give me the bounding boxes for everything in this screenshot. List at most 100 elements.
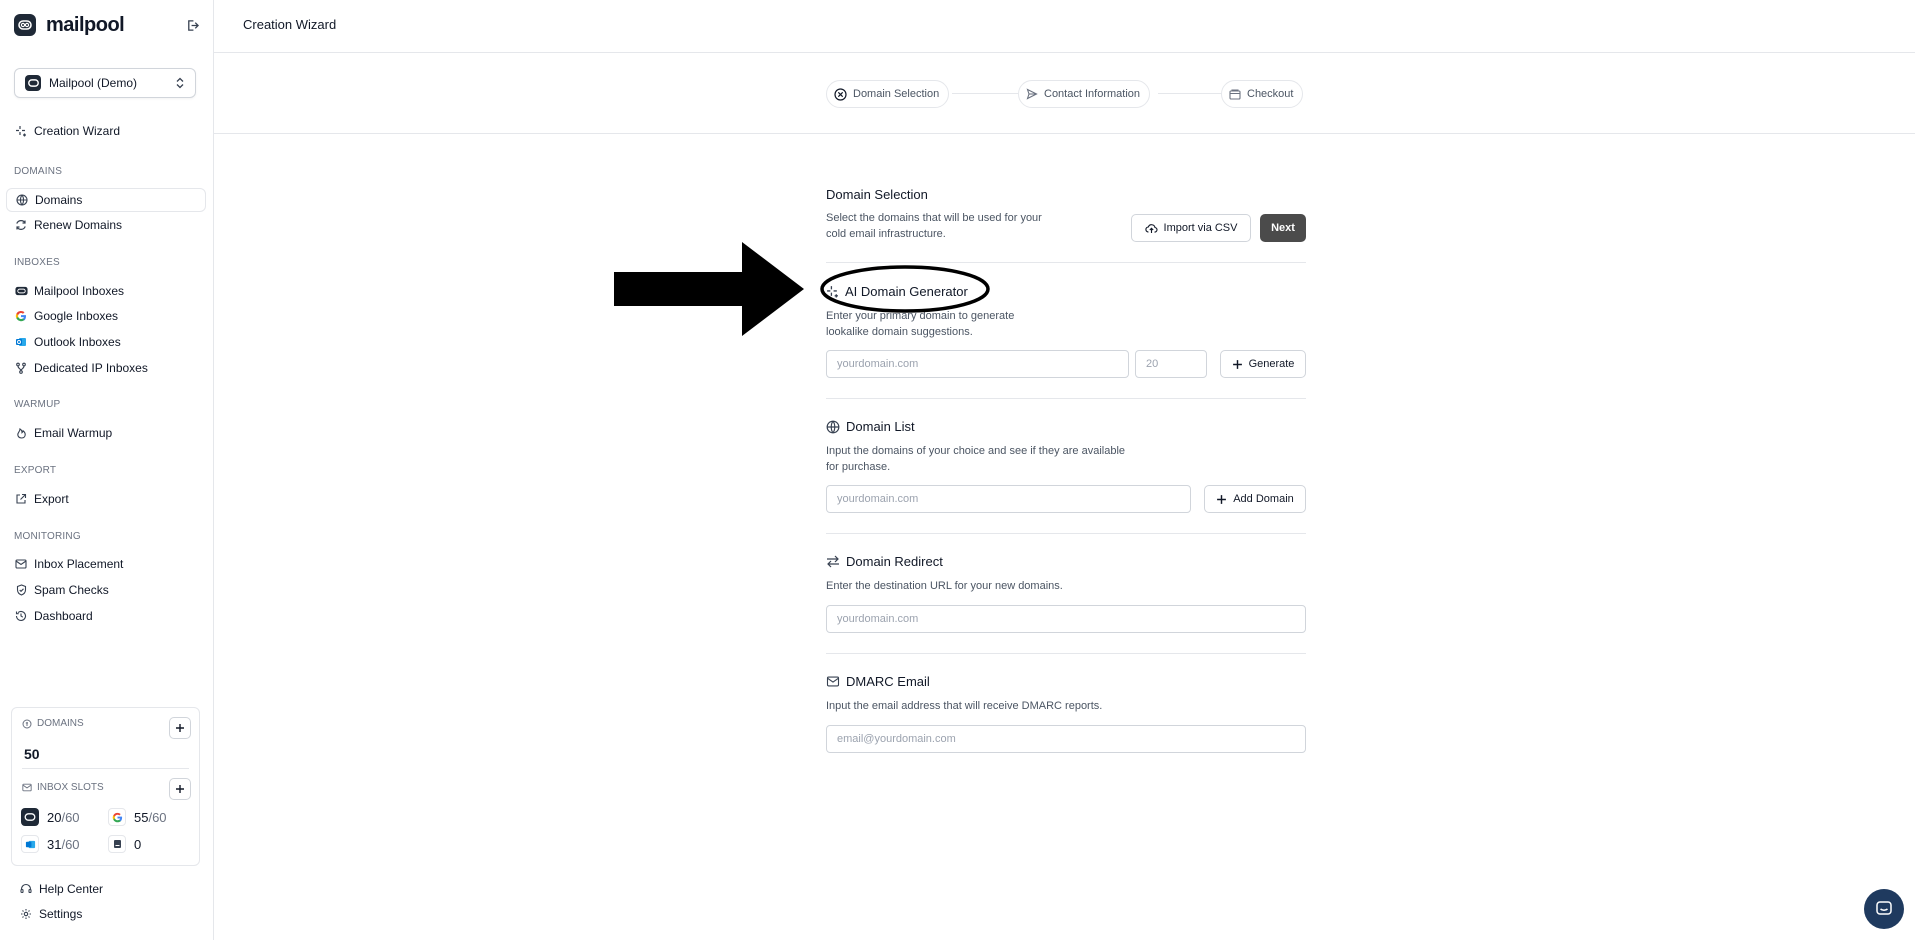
server-icon (108, 835, 126, 853)
logout-icon[interactable] (184, 17, 200, 33)
external-link-icon (14, 492, 28, 506)
primary-domain-input[interactable] (826, 350, 1129, 378)
sidebar: mailpool Mailpool (Demo) Creation Wizard… (0, 0, 214, 940)
nav-spam-checks[interactable]: Spam Checks (6, 578, 206, 602)
section-label-domains: DOMAINS (14, 166, 63, 177)
redirect-url-input[interactable] (826, 605, 1306, 633)
section-title: Domain Selection (826, 187, 928, 202)
settings-link[interactable]: Settings (20, 907, 82, 921)
chevron-up-down-icon (175, 77, 185, 89)
slot-dedicated: 0 (108, 835, 141, 853)
globe-icon (826, 420, 840, 433)
step-contact-information[interactable]: Contact Information (1018, 80, 1150, 108)
arrows-left-right-icon (827, 555, 839, 568)
flame-icon (14, 426, 28, 440)
workspace-name: Mailpool (Demo) (49, 76, 138, 90)
add-inbox-slots-button[interactable] (169, 778, 191, 800)
domain-redirect-heading: Domain Redirect (826, 554, 943, 569)
wallet-icon (1229, 88, 1241, 100)
nav-export[interactable]: Export (6, 487, 206, 511)
domain-list-input[interactable] (826, 485, 1191, 513)
workspace-selector[interactable]: Mailpool (Demo) (14, 68, 196, 98)
history-icon (14, 609, 28, 623)
nav-label: Creation Wizard (34, 124, 121, 138)
step-checkout[interactable]: Checkout (1221, 80, 1304, 108)
nav-domains[interactable]: Domains (6, 188, 206, 212)
step-connector (952, 93, 1018, 94)
nav-label: Dedicated IP Inboxes (34, 361, 148, 375)
help-center-link[interactable]: Help Center (20, 882, 103, 896)
nav-dashboard[interactable]: Dashboard (6, 604, 206, 628)
add-domain-button[interactable]: Add Domain (1204, 485, 1306, 513)
nav-label: Export (34, 492, 69, 506)
section-label-warmup: WARMUP (14, 399, 61, 410)
mail-icon (826, 676, 840, 687)
cloud-upload-icon (1144, 223, 1158, 233)
import-csv-button[interactable]: Import via CSV (1131, 214, 1251, 242)
brand-row: mailpool (14, 12, 200, 38)
mailpool-logo-icon (14, 14, 36, 36)
nav-label: Mailpool Inboxes (34, 284, 125, 298)
domain-redirect-description: Enter the destination URL for your new d… (826, 580, 1063, 592)
refresh-icon (14, 218, 28, 232)
divider (826, 533, 1306, 534)
generate-button[interactable]: Generate (1220, 350, 1306, 378)
nav-email-warmup[interactable]: Email Warmup (6, 421, 206, 445)
nav-dedicated-ip-inboxes[interactable]: Dedicated IP Inboxes (6, 356, 206, 380)
nav-renew-domains[interactable]: Renew Domains (6, 213, 206, 237)
step-connector (1158, 93, 1224, 94)
section-subtitle: Select the domains that will be used for… (826, 212, 1042, 240)
coins-icon (22, 719, 32, 728)
add-domains-button[interactable] (169, 717, 191, 739)
nav-inbox-placement[interactable]: Inbox Placement (6, 552, 206, 576)
sparkle-icon (14, 124, 28, 138)
dmarc-email-heading: DMARC Email (826, 674, 930, 689)
google-icon (14, 309, 28, 323)
branch-icon (14, 361, 28, 375)
chat-support-button[interactable] (1864, 889, 1904, 929)
topbar: Creation Wizard (214, 0, 1915, 53)
nav-label: Inbox Placement (34, 557, 124, 571)
headset-icon (20, 883, 32, 894)
plus-icon (1232, 359, 1242, 369)
inbox-slots-label: INBOX SLOTS (22, 782, 104, 793)
suggestion-count-input[interactable] (1135, 350, 1207, 378)
globe-icon (15, 193, 29, 207)
plus-icon (176, 785, 184, 793)
nav-label: Spam Checks (34, 583, 109, 597)
outlook-icon (14, 335, 28, 349)
nav-creation-wizard[interactable]: Creation Wizard (6, 119, 206, 143)
section-label-inboxes: INBOXES (14, 257, 60, 268)
domains-count: 50 (24, 746, 40, 762)
usage-card: DOMAINS 50 INBOX SLOTS 20/60 55/60 31/60 (11, 707, 200, 866)
nav-label: Outlook Inboxes (34, 335, 121, 349)
step-domain-selection[interactable]: Domain Selection (826, 80, 950, 108)
workspace-logo-icon (25, 75, 41, 91)
section-label-export: EXPORT (14, 465, 57, 476)
mail-icon (14, 557, 28, 571)
brand-name: mailpool (46, 13, 125, 36)
domains-usage-label: DOMAINS (22, 718, 84, 729)
domain-list-heading: Domain List (826, 419, 915, 434)
slot-google: 55/60 (108, 808, 167, 826)
dmarc-email-input[interactable] (826, 725, 1306, 753)
nav-label: Domains (35, 193, 83, 207)
wizard-stepper: Domain Selection Contact Information Che… (214, 53, 1915, 134)
plus-icon (1217, 494, 1227, 504)
slot-outlook: 31/60 (21, 835, 80, 853)
domain-list-description: Input the domains of your choice and see… (826, 445, 1126, 473)
section-label-monitoring: MONITORING (14, 531, 81, 542)
nav-label: Dashboard (34, 609, 93, 623)
plus-icon (176, 724, 184, 732)
shield-check-icon (14, 583, 28, 597)
annotation-arrow-icon (614, 242, 990, 336)
nav-label: Google Inboxes (34, 309, 119, 323)
nav-outlook-inboxes[interactable]: Outlook Inboxes (6, 330, 206, 354)
nav-mailpool-inboxes[interactable]: Mailpool Inboxes (6, 279, 206, 303)
send-icon (1026, 88, 1038, 100)
mailpool-icon (21, 808, 39, 826)
chat-icon (1876, 901, 1892, 915)
next-button[interactable]: Next (1260, 214, 1306, 242)
nav-google-inboxes[interactable]: Google Inboxes (6, 304, 206, 328)
mail-icon (22, 783, 32, 792)
